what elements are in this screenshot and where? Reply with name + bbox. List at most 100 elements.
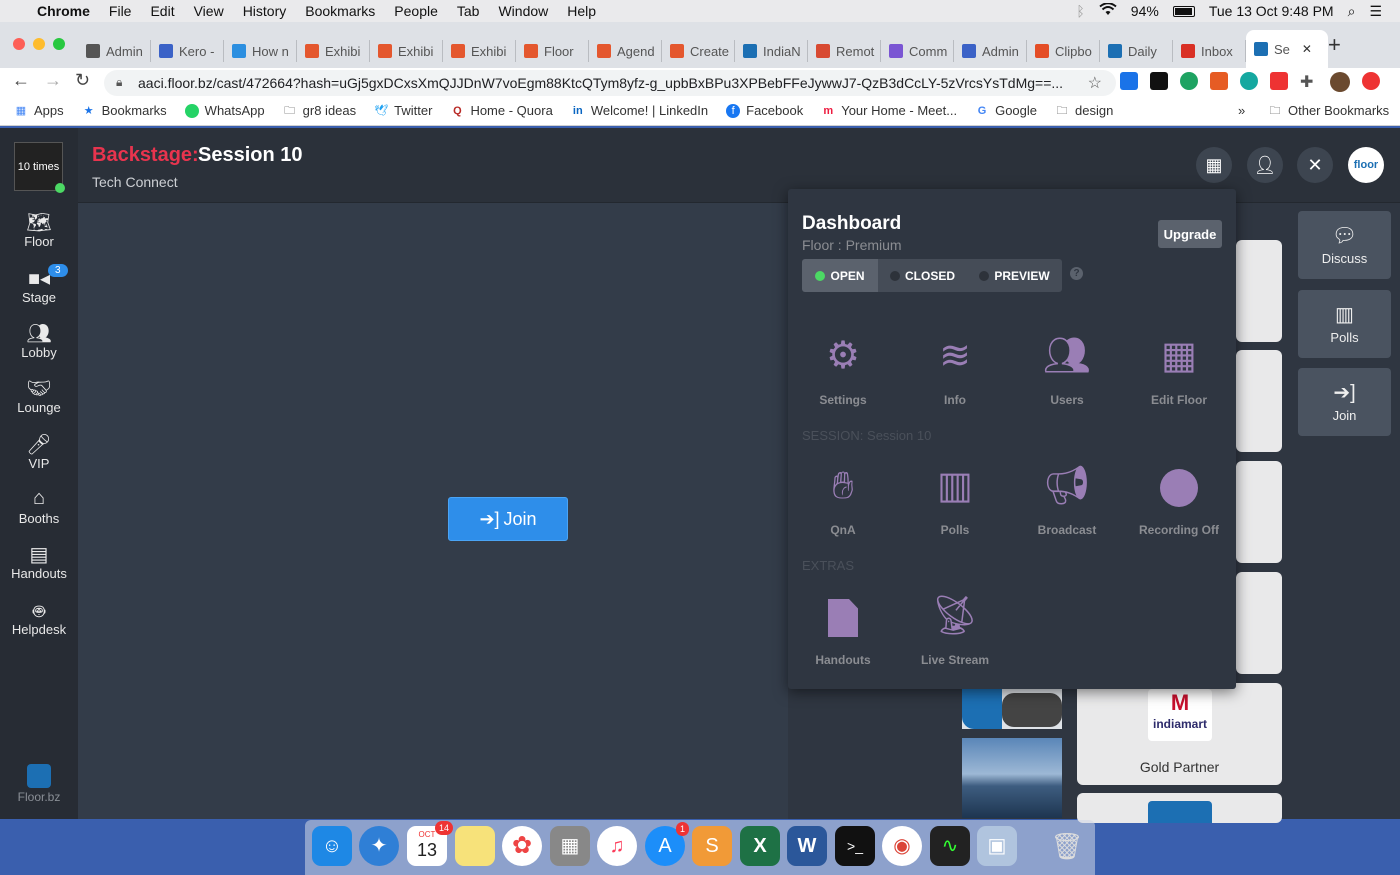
upgrade-button[interactable]: Upgrade bbox=[1158, 220, 1222, 248]
menu-tab[interactable]: Tab bbox=[457, 3, 480, 19]
profile-avatar[interactable] bbox=[1330, 72, 1350, 92]
sponsor-card[interactable] bbox=[1236, 461, 1282, 563]
tab-close-icon[interactable]: ✕ bbox=[1302, 42, 1312, 56]
spotlight-icon[interactable]: ⌕ bbox=[1348, 3, 1356, 20]
bookmark-design[interactable]: 🗀 design bbox=[1055, 103, 1114, 118]
hand-icon[interactable]: ✋︎ bbox=[793, 464, 893, 508]
window-close-button[interactable] bbox=[13, 38, 25, 50]
reload-button[interactable]: ↻ bbox=[75, 70, 90, 91]
tab-active[interactable]: Se ✕ bbox=[1246, 30, 1328, 68]
bookmark-twitter[interactable]: 🕊︎ Twitter bbox=[374, 103, 432, 118]
bookmark-quora[interactable]: Q Home - Quora bbox=[450, 103, 553, 118]
sponsor-card[interactable] bbox=[1236, 572, 1282, 674]
clock[interactable]: Tue 13 Oct 9:48 PM bbox=[1209, 3, 1334, 19]
join-side-button[interactable]: ➔] Join bbox=[1298, 368, 1391, 436]
tab[interactable]: Floor bbox=[516, 40, 589, 62]
extension-icon[interactable] bbox=[1120, 72, 1138, 90]
nav-lobby[interactable]: 👥︎ Lobby bbox=[0, 321, 78, 360]
menu-help[interactable]: Help bbox=[567, 3, 596, 19]
menu-file[interactable]: File bbox=[109, 3, 132, 19]
calculator-icon[interactable]: ▦ bbox=[550, 826, 590, 866]
help-icon[interactable]: ? bbox=[1070, 267, 1083, 280]
extension-icon[interactable] bbox=[1210, 72, 1228, 90]
notes-icon[interactable] bbox=[455, 826, 495, 866]
poll-icon[interactable]: ▥ bbox=[905, 464, 1005, 508]
bookmark-bookmarks[interactable]: ★ Bookmarks bbox=[82, 103, 167, 118]
trash-icon[interactable]: 🗑︎ bbox=[1047, 826, 1087, 866]
nav-lounge[interactable]: 🤝︎ Lounge bbox=[0, 376, 78, 415]
app-store-icon[interactable]: A 1 bbox=[645, 822, 689, 866]
tab[interactable]: Kero - bbox=[151, 40, 224, 62]
menu-view[interactable]: View bbox=[194, 3, 224, 19]
nav-floor[interactable]: 🗺︎ Floor bbox=[0, 210, 78, 249]
extension-icon[interactable] bbox=[1150, 72, 1168, 90]
tools-icon[interactable]: ✕ bbox=[1297, 147, 1333, 183]
grid-icon[interactable]: ▦ bbox=[1129, 334, 1229, 378]
finder-icon[interactable]: ☺ bbox=[312, 826, 352, 866]
sponsor-card[interactable]: M indiamart Gold Partner bbox=[1077, 683, 1282, 785]
tab[interactable]: Exhibi bbox=[297, 40, 370, 62]
tab[interactable]: Remot bbox=[808, 40, 881, 62]
wifi-icon[interactable] bbox=[1099, 2, 1117, 19]
preview-icon[interactable]: ▣ bbox=[977, 826, 1017, 866]
window-zoom-button[interactable] bbox=[53, 38, 65, 50]
video-thumbnail[interactable] bbox=[962, 689, 1062, 729]
back-button[interactable]: ← bbox=[12, 70, 30, 91]
extension-icon[interactable] bbox=[1180, 72, 1198, 90]
tab[interactable]: Create bbox=[662, 40, 735, 62]
megaphone-icon[interactable]: 📢︎ bbox=[1017, 464, 1117, 508]
photos-icon[interactable]: ✿ bbox=[502, 826, 542, 866]
window-minimize-button[interactable] bbox=[33, 38, 45, 50]
discuss-button[interactable]: 💬︎ Discuss bbox=[1298, 211, 1391, 279]
forward-button[interactable]: → bbox=[44, 70, 62, 91]
sublime-icon[interactable]: S bbox=[692, 826, 732, 866]
nav-stage[interactable]: ■◂ Stage 3 bbox=[0, 264, 78, 305]
bookmark-google[interactable]: G Google bbox=[975, 103, 1037, 118]
bookmark-whatsapp[interactable]: WhatsApp bbox=[184, 103, 265, 118]
battery-icon[interactable] bbox=[1172, 5, 1195, 17]
bookmark-facebook[interactable]: f Facebook bbox=[726, 103, 803, 118]
menu-history[interactable]: History bbox=[243, 3, 287, 19]
layers-icon[interactable]: ≋ bbox=[905, 334, 1005, 378]
menu-edit[interactable]: Edit bbox=[150, 3, 174, 19]
bookmark-meetup[interactable]: m Your Home - Meet... bbox=[821, 103, 957, 118]
status-preview[interactable]: PREVIEW bbox=[967, 259, 1062, 292]
bookmark-gr8-ideas[interactable]: 🗀 gr8 ideas bbox=[283, 103, 356, 118]
bookmark-linkedin[interactable]: in Welcome! | LinkedIn bbox=[571, 103, 708, 118]
puzzle-icon[interactable]: ✚ bbox=[1300, 72, 1318, 91]
tab[interactable]: Exhibi bbox=[443, 40, 516, 62]
floor-avatar[interactable]: floor bbox=[1348, 147, 1384, 183]
chrome-icon[interactable]: ◉ bbox=[882, 826, 922, 866]
menu-window[interactable]: Window bbox=[498, 3, 548, 19]
sponsor-card[interactable] bbox=[1236, 240, 1282, 342]
floor-brand[interactable]: Floor.bz bbox=[0, 764, 78, 804]
activity-monitor-icon[interactable]: ∿ bbox=[930, 826, 970, 866]
video-thumbnail[interactable] bbox=[962, 738, 1062, 818]
new-tab-button[interactable]: + bbox=[1328, 32, 1341, 58]
nav-booths[interactable]: ⌂ Booths bbox=[0, 487, 78, 526]
tab[interactable]: Agend bbox=[589, 40, 662, 62]
satellite-dish-icon[interactable]: 📡︎ bbox=[905, 594, 1005, 638]
calendar-icon[interactable]: OCT 13 14 bbox=[407, 821, 453, 866]
add-user-icon[interactable]: 👤︎ bbox=[1247, 147, 1283, 183]
status-closed[interactable]: CLOSED bbox=[878, 259, 967, 292]
bookmarks-overflow-button[interactable]: » bbox=[1238, 103, 1245, 118]
lock-icon[interactable]: 🔒︎ bbox=[116, 75, 122, 90]
polls-button[interactable]: ▥ Polls bbox=[1298, 290, 1391, 358]
tab[interactable]: Admin bbox=[78, 40, 151, 62]
extension-icon[interactable] bbox=[1270, 72, 1288, 90]
address-bar[interactable]: 🔒︎ aaci.floor.bz/cast/472664?hash=uGj5gx… bbox=[104, 70, 1116, 96]
menu-chrome[interactable]: Chrome bbox=[37, 3, 90, 19]
event-logo[interactable]: 10 times bbox=[14, 142, 65, 193]
join-button[interactable]: ➔] Join bbox=[448, 497, 568, 541]
tab[interactable]: Comm bbox=[881, 40, 954, 62]
tab[interactable]: Daily bbox=[1100, 40, 1173, 62]
users-icon[interactable]: 👥︎ bbox=[1017, 334, 1117, 378]
tab[interactable]: Inbox bbox=[1173, 40, 1246, 62]
extension-icon[interactable] bbox=[1240, 72, 1258, 90]
music-icon[interactable]: ♫ bbox=[597, 826, 637, 866]
apps-grid-icon[interactable]: ▦ bbox=[1196, 147, 1232, 183]
menu-bookmarks[interactable]: Bookmarks bbox=[305, 3, 375, 19]
nav-helpdesk[interactable]: 🤖︎ Helpdesk bbox=[0, 598, 78, 637]
control-center-icon[interactable]: ☰ bbox=[1369, 3, 1382, 20]
